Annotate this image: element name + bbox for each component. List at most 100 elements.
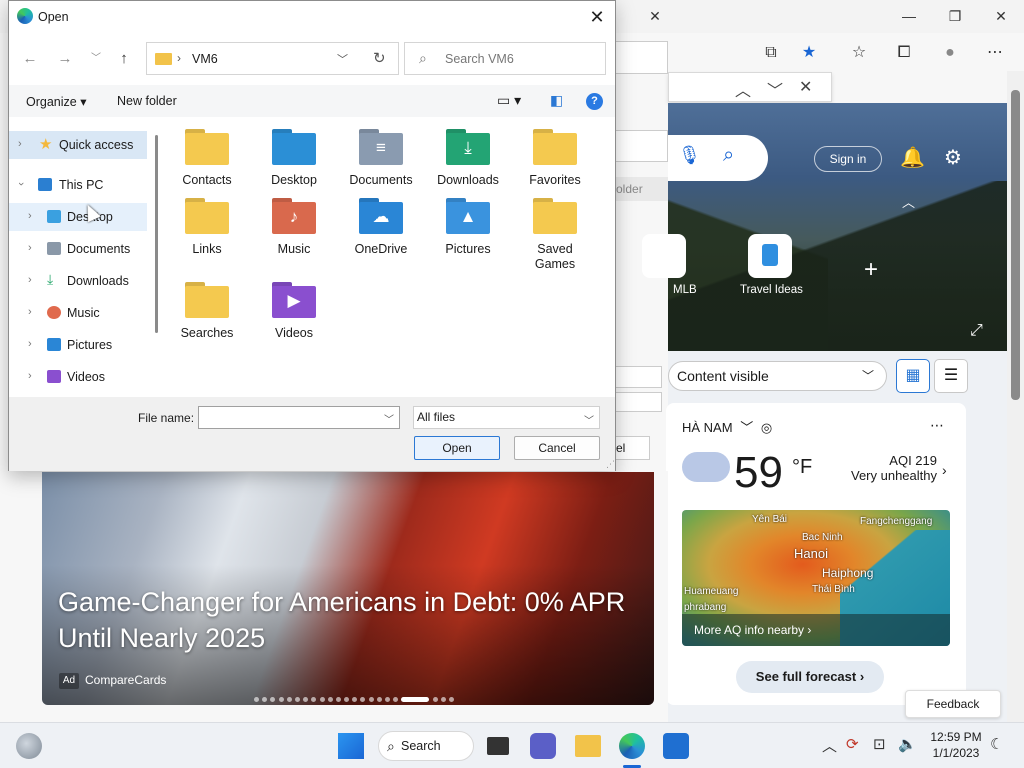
file-name-input[interactable]: ﹀ [198,406,400,429]
task-view-icon[interactable] [487,737,509,755]
notifications-bell-icon[interactable]: 🔔 [900,145,925,170]
file-item[interactable]: Favorites [519,129,591,188]
weather-widget-icon[interactable] [16,733,42,759]
nav-item-videos[interactable]: › Videos [9,363,147,391]
address-history-chevron-icon[interactable]: ﹀ [337,51,348,67]
expand-chevron-icon[interactable]: › [28,242,32,254]
promo-headline[interactable]: Game-Changer for Americans in Debt: 0% A… [58,584,638,656]
show-hidden-icons-chevron-icon[interactable]: ︿ [822,735,837,756]
see-full-forecast-button[interactable]: See full forecast › [736,661,884,693]
air-quality-map[interactable]: Yên Bái Bac Ninh Fangchenggang Hanoi Hai… [682,510,950,646]
address-path[interactable]: VM6 [192,52,218,66]
nav-item-documents[interactable]: › Documents [9,235,147,263]
nav-item-quick-access[interactable]: › ★ Quick access [9,131,147,159]
resize-grip-icon[interactable]: ⋰ [606,459,615,470]
minimize-icon[interactable]: — [894,4,924,28]
content-visibility-select[interactable]: Content visible ﹀ [668,361,887,391]
teams-chat-icon[interactable] [530,733,556,759]
find-close-icon[interactable]: ✕ [799,77,812,97]
clock[interactable]: 12:59 PM 1/1/2023 [928,729,984,761]
file-item[interactable]: ▶ Videos [258,282,330,341]
file-item[interactable]: ⤓ Downloads [432,129,504,188]
aqi-summary[interactable]: AQI 219 Very unhealthy [845,453,937,483]
file-item[interactable]: ≡ Documents [345,129,417,188]
view-options-icon[interactable]: ▭ ▾ [497,92,521,109]
travel-ideas-tile[interactable] [748,234,792,278]
network-icon[interactable]: ⊡ [873,735,886,753]
organize-button[interactable]: Organize ▾ [26,94,86,109]
edge-taskbar-icon[interactable] [619,733,645,759]
expand-icon[interactable]: ⤢ [970,322,983,340]
collapse-chevron-icon[interactable]: ︿ [902,192,915,211]
volume-icon[interactable]: 🔈 [898,735,917,753]
nav-item-pictures[interactable]: › Pictures [9,331,147,359]
file-item[interactable]: Contacts [171,129,243,188]
weather-location[interactable]: HÀ NAM ﹀ ◎ [682,417,772,436]
location-target-icon[interactable]: ◎ [761,420,772,435]
file-item[interactable]: ♪ Music [258,198,330,257]
forward-arrow-icon[interactable]: → [54,48,76,70]
back-arrow-icon[interactable]: ← [19,48,41,70]
store-icon[interactable] [663,733,689,759]
favorites-icon[interactable]: ☆ [846,40,872,66]
app-available-icon[interactable]: ⧉ [758,40,784,66]
find-previous-icon[interactable]: ︿ [735,77,751,101]
settings-gear-icon[interactable]: ⚙ [944,145,962,170]
taskbar-search-button[interactable]: ⌕ Search [378,731,474,761]
carousel-dot[interactable] [278,697,284,703]
mlb-tile[interactable] [642,234,686,278]
expand-chevron-icon[interactable]: › [18,138,22,150]
address-bar[interactable]: › VM6 ﹀ ↻ [146,42,399,75]
grid-layout-button[interactable]: ▦ [896,359,930,393]
cancel-button[interactable]: Cancel [514,436,600,460]
chevron-right-icon[interactable]: › [942,462,947,478]
file-item[interactable]: Saved Games [519,198,591,272]
recent-locations-chevron-icon[interactable]: ﹀ [85,48,107,70]
carousel-dot[interactable] [368,697,374,703]
file-explorer-icon[interactable] [575,735,601,757]
expand-chevron-icon[interactable]: › [28,210,32,222]
restore-icon[interactable]: ❐ [940,4,970,28]
more-aq-link[interactable]: More AQ info nearby › [682,614,950,646]
more-menu-icon[interactable]: ⋯ [982,40,1008,66]
dialog-close-icon[interactable]: ✕ [585,5,609,29]
web-search-box[interactable]: 🎙 ⌕ [668,135,768,181]
profile-avatar[interactable]: ● [937,40,963,66]
file-name-dropdown-chevron-icon[interactable]: ﹀ [384,411,394,426]
start-windows-icon[interactable] [338,733,364,759]
carousel-dot[interactable] [432,697,438,703]
favorite-star-icon[interactable]: ★ [796,40,822,66]
collapse-chevron-icon[interactable]: › [15,182,27,186]
open-button[interactable]: Open [414,436,500,460]
navigation-scrollbar[interactable] [155,135,158,333]
nav-item-music[interactable]: › Music [9,299,147,327]
nav-item-this-pc[interactable]: › This PC [9,171,147,199]
find-next-icon[interactable]: ﹀ [767,77,783,101]
dialog-titlebar[interactable]: Open ✕ [9,1,615,33]
expand-chevron-icon[interactable]: › [28,306,32,318]
file-item[interactable]: ▲ Pictures [432,198,504,257]
add-tile-icon[interactable]: + [864,256,878,284]
window-close-icon[interactable]: ✕ [986,4,1016,28]
expand-chevron-icon[interactable]: › [28,274,32,286]
expand-chevron-icon[interactable]: › [28,370,32,382]
file-type-filter-select[interactable]: All files ﹀ [413,406,600,429]
page-scroll-thumb[interactable] [1011,90,1020,400]
breadcrumb-separator-icon[interactable]: › [177,51,181,65]
list-layout-button[interactable]: ☰ [934,359,968,393]
sync-icon[interactable]: ⟳ [846,735,859,753]
microphone-icon[interactable]: 🎙 [678,145,701,166]
file-item[interactable]: ☁ OneDrive [345,198,417,257]
weather-more-icon[interactable]: ⋯ [930,417,944,434]
nav-item-desktop[interactable]: › Desktop [9,203,147,231]
notification-moon-icon[interactable]: ☾ [990,735,1003,753]
carousel-dots[interactable] [254,692,457,703]
file-item[interactable]: Links [171,198,243,257]
search-box[interactable]: ⌕ Search VM6 [404,42,606,75]
feedback-button[interactable]: Feedback [905,690,1001,718]
search-icon[interactable]: ⌕ [723,144,734,167]
carousel-dot[interactable] [401,697,430,703]
new-folder-button[interactable]: New folder [117,94,177,108]
carousel-dot[interactable] [319,697,325,703]
refresh-icon[interactable]: ↻ [373,49,386,67]
